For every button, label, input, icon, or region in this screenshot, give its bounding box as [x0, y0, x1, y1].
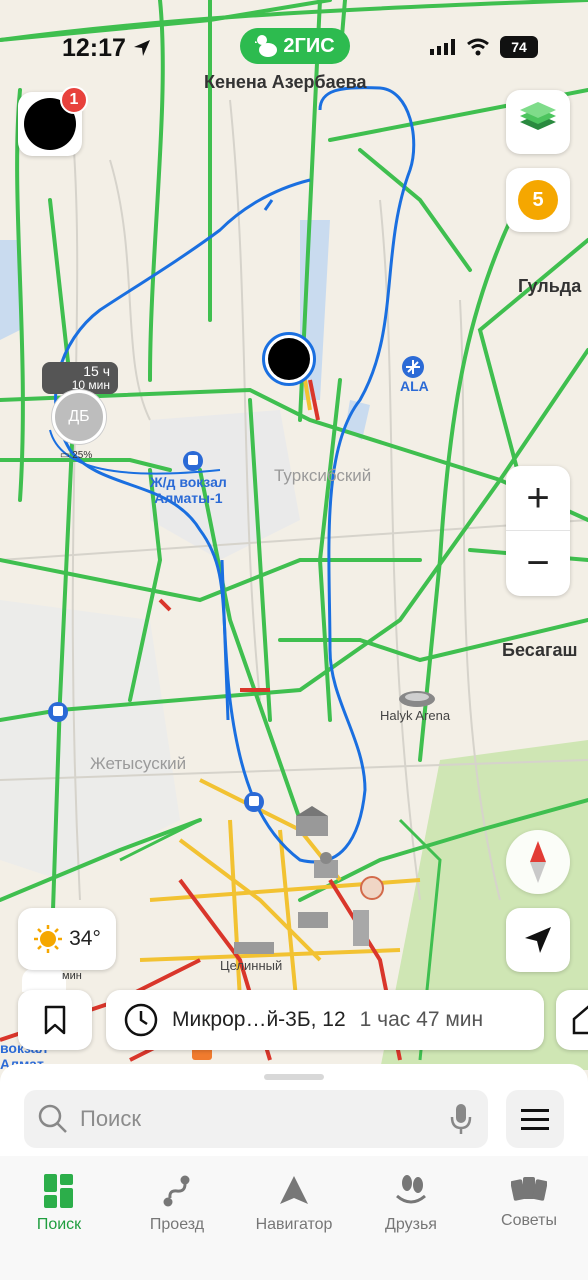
- tab-navigator[interactable]: Навигатор: [235, 1156, 353, 1246]
- wifi-icon: [467, 38, 489, 56]
- map-label-station[interactable]: Ж/д вокзал Алматы-1: [150, 474, 227, 506]
- bottom-sheet: Поиск Поиск Проезд Навигатор Друзья Сове…: [0, 1064, 588, 1280]
- friends-icon: [396, 1175, 426, 1204]
- bus-stop-icon: [48, 702, 68, 722]
- sheet-grabber[interactable]: [264, 1074, 324, 1080]
- map-label-turksib: Турксибский: [274, 466, 372, 485]
- temperature: 34°: [69, 927, 101, 950]
- grid-icon: [44, 1174, 73, 1208]
- compass-button[interactable]: [506, 830, 570, 894]
- tab-bar: Поиск Проезд Навигатор Друзья Советы: [0, 1156, 588, 1280]
- landmark-icon: [360, 876, 384, 900]
- battery-icon: 74: [500, 36, 538, 58]
- status-bar: 12:17 2ГИС 74: [0, 0, 588, 80]
- map-label-gulda: Гульда: [518, 276, 582, 296]
- user-avatar: [268, 338, 310, 380]
- layers-button[interactable]: [506, 90, 570, 154]
- zoom-controls: + −: [506, 466, 570, 596]
- map-label-celinny: Целинный: [220, 958, 283, 973]
- tab-label: Навигатор: [255, 1216, 333, 1233]
- tab-search[interactable]: Поиск: [0, 1156, 118, 1246]
- map-label-airport[interactable]: ALA: [400, 378, 429, 394]
- tab-directions[interactable]: Проезд: [118, 1156, 236, 1246]
- search-icon: [38, 1104, 67, 1133]
- bus-stop-icon: [244, 792, 264, 812]
- tab-label: Друзья: [385, 1216, 437, 1233]
- battery-level: 74: [511, 39, 527, 55]
- brand-name: 2ГИС: [283, 34, 335, 57]
- sun-icon: [34, 925, 63, 953]
- map-label-zhetysu: Жетысуский: [90, 754, 187, 773]
- cards-icon: [511, 1177, 547, 1201]
- friend-battery-value: 25%: [72, 450, 93, 461]
- bookmarks-button[interactable]: [18, 990, 92, 1050]
- route-address: Микрор…й-3Б, 12: [172, 1008, 346, 1031]
- recent-route-button[interactable]: Микрор…й-3Б, 12 1 час 47 мин: [106, 990, 544, 1050]
- route-duration: 1 час 47 мин: [359, 1008, 484, 1031]
- signal-icon: [430, 39, 455, 55]
- zoom-in-button[interactable]: +: [506, 466, 570, 531]
- navigator-icon: [280, 1176, 308, 1204]
- notification-badge: 1: [60, 86, 88, 114]
- route-icon: [163, 1175, 190, 1207]
- status-time: 12:17: [62, 34, 126, 62]
- tab-label: Поиск: [36, 1216, 82, 1233]
- tab-label: Советы: [501, 1212, 557, 1229]
- system-icons: 74: [430, 36, 538, 58]
- navigation-arrow-icon: [525, 927, 551, 953]
- weather-widget[interactable]: 34°: [18, 908, 116, 970]
- tab-tips[interactable]: Советы: [470, 1156, 588, 1246]
- tab-friends[interactable]: Друзья: [352, 1156, 470, 1246]
- clock-icon: [124, 1003, 158, 1037]
- events-count: 5: [518, 180, 558, 220]
- map-label-besagash: Бесагаш: [502, 640, 578, 660]
- friend-marker[interactable]: ДБ: [52, 390, 106, 444]
- search-placeholder: Поиск: [80, 1106, 141, 1131]
- location-arrow-icon: [134, 40, 150, 56]
- train-icon: [183, 451, 203, 471]
- search-input[interactable]: Поиск: [24, 1090, 488, 1148]
- map-label-halyk[interactable]: Halyk Arena: [380, 708, 450, 723]
- friend-battery: ▭ 25%: [60, 450, 93, 461]
- my-location-button[interactable]: [506, 908, 570, 972]
- bookmark-icon: [44, 1005, 66, 1035]
- home-icon: [572, 1005, 588, 1035]
- goose-icon: [255, 35, 278, 57]
- home-button[interactable]: [556, 990, 588, 1050]
- friend-initials: ДБ: [68, 408, 90, 425]
- events-button[interactable]: 5: [506, 168, 570, 232]
- microphone-icon[interactable]: [450, 1103, 472, 1135]
- menu-button[interactable]: [506, 1090, 564, 1148]
- hamburger-icon: [521, 1109, 549, 1130]
- layers-icon: [520, 102, 556, 130]
- mini-friend-label: мин: [62, 970, 82, 982]
- compass-icon: [530, 841, 546, 883]
- route-row: Микрор…й-3Б, 12 1 час 47 мин: [0, 990, 588, 1050]
- user-location-marker[interactable]: [262, 332, 316, 386]
- zoom-out-button[interactable]: −: [506, 531, 570, 596]
- mini-friend-chip[interactable]: мин: [22, 968, 82, 992]
- brand-badge: 2ГИС: [240, 28, 350, 64]
- tab-label: Проезд: [149, 1216, 205, 1233]
- friend-time-main: 15 ч: [83, 363, 110, 379]
- arena-icon: [399, 691, 435, 707]
- airport-icon: [402, 356, 424, 378]
